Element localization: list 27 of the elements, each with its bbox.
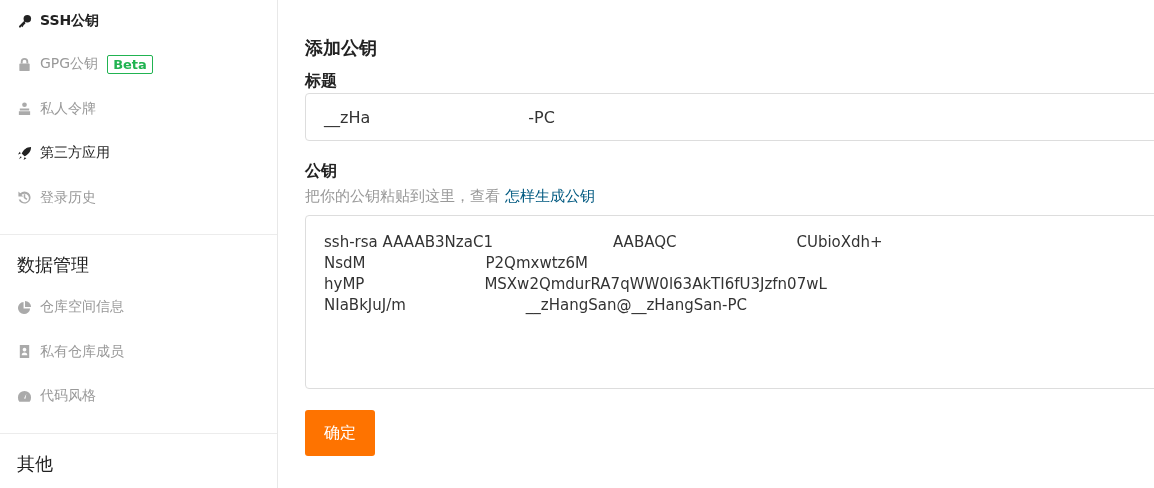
gauge-icon <box>17 388 32 404</box>
lock-icon <box>17 56 32 72</box>
rocket-icon <box>17 145 32 161</box>
confirm-button[interactable]: 确定 <box>305 410 375 456</box>
form-title: 添加公钥 <box>305 36 378 60</box>
title-input[interactable]: __zHa -PC <box>305 93 1154 141</box>
sidebar-item[interactable]: 仓库空间信息 <box>40 298 124 317</box>
sidebar-item[interactable]: 代码风格 <box>40 387 96 406</box>
sidebar-item[interactable]: 私有仓库成员 <box>40 342 124 361</box>
history-icon <box>17 190 32 206</box>
key-icon <box>17 13 32 29</box>
pie-icon <box>17 299 32 315</box>
help-link[interactable]: 怎样生成公钥 <box>504 187 595 205</box>
sidebar-item[interactable]: 登录历史 <box>40 188 96 207</box>
sidebar-item[interactable]: SSH公钥 <box>40 12 100 30</box>
token-icon <box>17 101 32 117</box>
beta-badge: Beta <box>107 54 153 74</box>
field-label: 标题 <box>305 71 338 92</box>
sidebar-item[interactable]: 私人令牌 <box>40 99 96 118</box>
field-label: 公钥 <box>305 161 338 182</box>
sidebar-item[interactable]: GPG公钥 <box>40 55 99 74</box>
section-heading: 其他 <box>16 451 54 476</box>
key-textarea[interactable]: ssh-rsa AAAAB3NzaC1 AABAQC CUbioXdh+ NsdM P2Qmxwtz6M hyMP MSXw2QmdurRA7qWW0l63AkTI6fU3Jzfn07wL NIaBkJuJ/m __zHangSan@__zHangSan-PC <box>305 215 1154 389</box>
sidebar-item[interactable]: 第三方应用 <box>40 144 110 163</box>
hint-text: 把你的公钥粘贴到这里，查看 <box>305 187 500 205</box>
contact-icon <box>17 344 32 360</box>
section-heading: 数据管理 <box>16 253 90 277</box>
